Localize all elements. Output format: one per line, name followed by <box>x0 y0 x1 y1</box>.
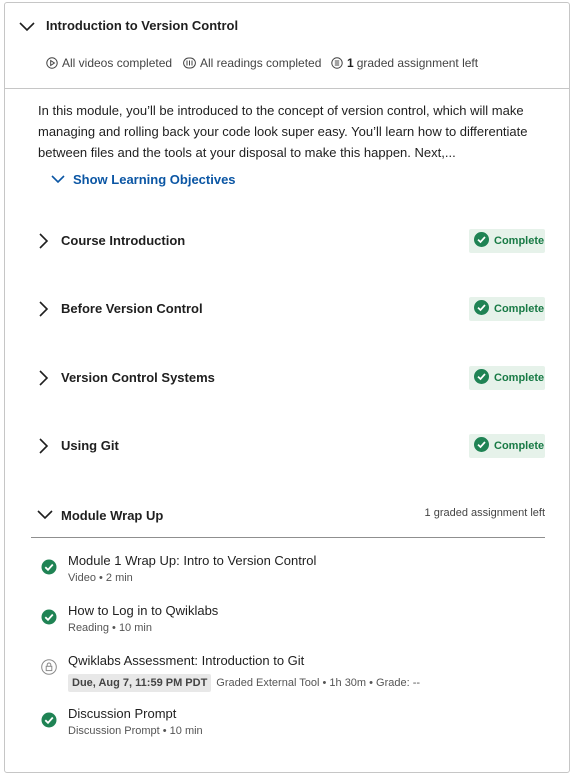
item-title[interactable]: Qwiklabs Assessment: Introduction to Git <box>68 653 304 668</box>
show-learning-objectives-button[interactable]: Show Learning Objectives <box>51 172 236 187</box>
complete-label: Complete <box>494 440 545 452</box>
list-item-wrap-up-video[interactable]: Module 1 Wrap Up: Intro to Version Contr… <box>41 553 541 589</box>
lesson-version-control-systems[interactable]: Version Control Systems Complete <box>31 366 545 390</box>
module-header: Introduction to Version Control All vide… <box>5 3 569 89</box>
chevron-down-icon[interactable] <box>36 508 54 527</box>
play-circle-icon <box>46 57 58 69</box>
check-circle-icon <box>474 437 489 455</box>
item-meta: Reading • 10 min <box>68 622 152 634</box>
show-objectives-label: Show Learning Objectives <box>73 172 236 187</box>
stat-videos: All videos completed <box>46 56 172 70</box>
check-circle-icon <box>474 369 489 387</box>
complete-badge: Complete <box>469 366 545 390</box>
check-circle-icon <box>474 232 489 250</box>
check-circle-icon <box>41 609 57 630</box>
wrap-up-graded-left: 1 graded assignment left <box>424 507 545 519</box>
chevron-right-icon <box>37 437 49 460</box>
stat-videos-label: All videos completed <box>62 56 173 70</box>
stat-graded: 1 graded assignment left <box>331 56 478 70</box>
item-meta: Discussion Prompt • 10 min <box>68 725 203 737</box>
item-title[interactable]: Discussion Prompt <box>68 706 176 721</box>
complete-badge: Complete <box>469 434 545 458</box>
book-icon <box>183 57 196 69</box>
chevron-right-icon <box>37 369 49 392</box>
graded-label: graded assignment left <box>356 56 479 70</box>
lock-icon <box>41 659 57 680</box>
list-item-discussion-prompt[interactable]: Discussion Prompt Discussion Prompt • 10… <box>41 706 541 742</box>
item-meta: Video • 2 min <box>68 572 133 584</box>
check-circle-icon <box>41 559 57 580</box>
complete-label: Complete <box>494 303 545 315</box>
complete-label: Complete <box>494 235 545 247</box>
list-item-qwiklabs-login[interactable]: How to Log in to Qwiklabs Reading • 10 m… <box>41 603 541 639</box>
item-meta: Graded External Tool • 1h 30m • Grade: -… <box>216 677 421 689</box>
check-circle-icon <box>41 712 57 733</box>
lesson-title: Version Control Systems <box>61 370 215 385</box>
lesson-title: Course Introduction <box>61 233 186 248</box>
complete-label: Complete <box>494 372 545 384</box>
chevron-right-icon <box>37 300 49 323</box>
graded-count: 1 <box>347 56 354 70</box>
item-title[interactable]: Module 1 Wrap Up: Intro to Version Contr… <box>68 553 316 568</box>
due-date-badge: Due, Aug 7, 11:59 PM PDT <box>68 674 212 692</box>
chevron-right-icon <box>37 232 49 255</box>
check-circle-icon <box>474 300 489 318</box>
item-title[interactable]: How to Log in to Qwiklabs <box>68 603 218 618</box>
item-meta-row: Due, Aug 7, 11:59 PM PDT Graded External… <box>68 674 420 692</box>
chevron-down-icon <box>51 172 65 187</box>
assignment-icon <box>331 57 343 69</box>
module-card: Introduction to Version Control All vide… <box>4 2 570 773</box>
module-wrap-up-header: Module Wrap Up 1 graded assignment left <box>31 503 545 538</box>
wrap-up-title[interactable]: Module Wrap Up <box>61 508 163 523</box>
module-description: In this module, you’ll be introduced to … <box>38 103 528 160</box>
stat-readings-label: All readings completed <box>200 56 322 70</box>
complete-badge: Complete <box>469 297 545 321</box>
collapse-chevron-icon[interactable] <box>17 17 39 37</box>
lesson-title: Before Version Control <box>61 301 203 316</box>
list-item-qwiklabs-assessment[interactable]: Qwiklabs Assessment: Introduction to Git… <box>41 653 541 692</box>
module-title: Introduction to Version Control <box>46 18 239 33</box>
complete-badge: Complete <box>469 229 545 253</box>
lesson-before-version-control[interactable]: Before Version Control Complete <box>31 297 545 321</box>
stat-readings: All readings completed <box>183 56 321 70</box>
lesson-title: Using Git <box>61 438 119 453</box>
lesson-course-introduction[interactable]: Course Introduction Complete <box>31 229 545 253</box>
lesson-using-git[interactable]: Using Git Complete <box>31 434 545 458</box>
